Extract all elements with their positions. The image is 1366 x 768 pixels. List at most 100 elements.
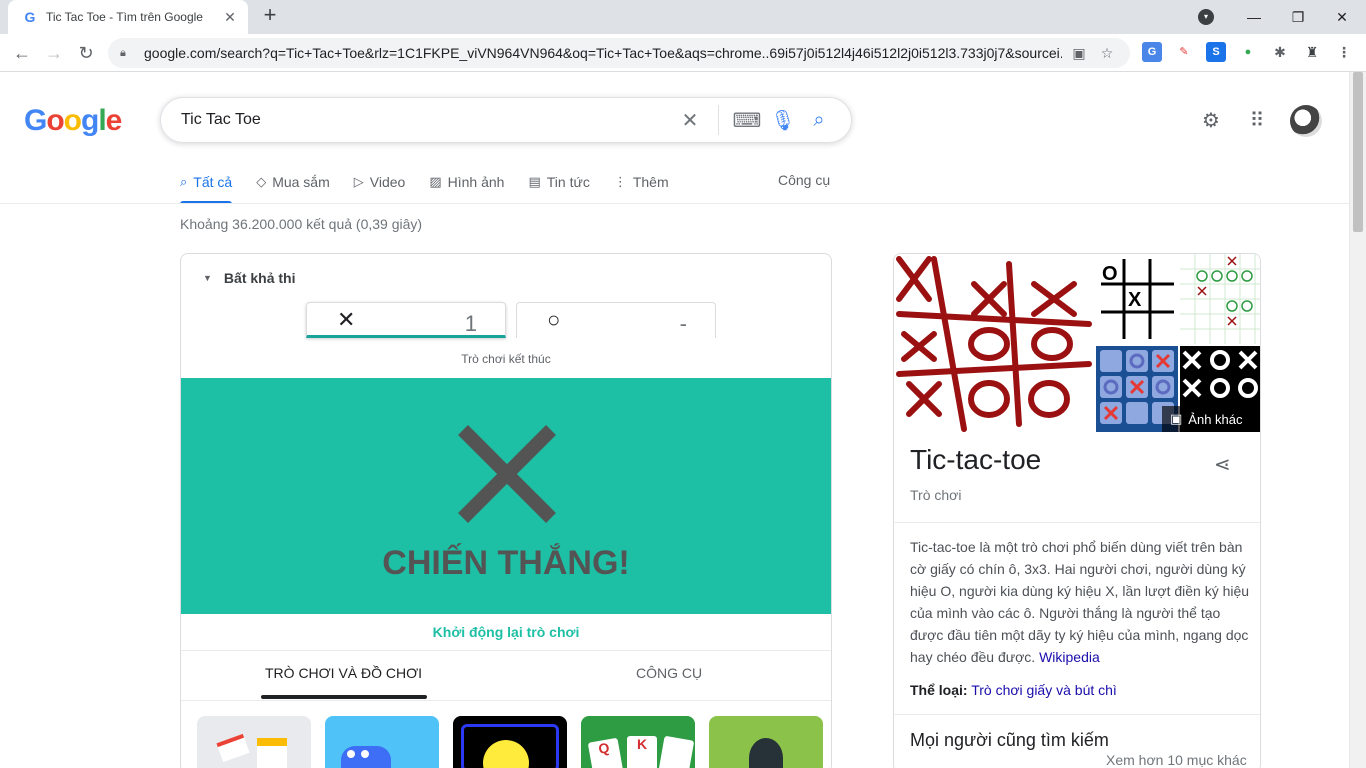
game-thumbnail-cards[interactable]: Q K bbox=[581, 716, 695, 768]
search-box[interactable]: Tic Tac Toe ✕ ⌨ 🎙︎ ⌕ bbox=[160, 97, 852, 143]
player-x-score[interactable]: ✕ 1 bbox=[306, 302, 506, 338]
chrome-menu-icon[interactable]: ⋮ bbox=[1334, 42, 1354, 62]
tab-label: Thêm bbox=[632, 174, 669, 190]
color-extension-icon[interactable]: ✎ bbox=[1174, 42, 1194, 62]
kp-subtitle: Trò chơi bbox=[910, 487, 962, 503]
game-thumbnail-solitaire[interactable] bbox=[197, 716, 311, 768]
tab-tools[interactable]: CÔNG CỤ bbox=[636, 665, 702, 681]
tools-button[interactable]: Công cụ bbox=[778, 172, 830, 188]
google-logo[interactable]: Google bbox=[24, 104, 122, 138]
profile-icon[interactable]: ♜ bbox=[1302, 42, 1322, 62]
tabs-divider bbox=[0, 203, 1349, 204]
bookmark-star-icon[interactable]: ☆ bbox=[1096, 45, 1118, 62]
win-message: CHIẾN THẮNG! bbox=[382, 544, 630, 582]
tab-shopping[interactable]: ◇ Mua sắm bbox=[256, 160, 330, 204]
kp-image-3[interactable] bbox=[1180, 254, 1261, 344]
more-icon: ⋮ bbox=[613, 174, 627, 189]
lock-icon[interactable]: 🔒︎ bbox=[120, 47, 134, 60]
tab-more[interactable]: ⋮ Thêm bbox=[614, 160, 669, 204]
restart-game-button[interactable]: Khởi động lại trò chơi bbox=[181, 624, 831, 640]
google-favicon-icon: G bbox=[24, 9, 36, 25]
genre-link[interactable]: Trò chơi giấy và bút chì bbox=[971, 682, 1117, 698]
image-icon: ▣ bbox=[1170, 411, 1183, 426]
s-extension-icon[interactable]: S bbox=[1206, 42, 1226, 62]
close-window-icon[interactable]: ✕ bbox=[1320, 0, 1364, 34]
news-icon: ▤ bbox=[528, 174, 541, 189]
tab-news[interactable]: ▤ Tin tức bbox=[528, 160, 589, 204]
video-icon: ▷ bbox=[353, 174, 364, 189]
game-thumbnail-pacman[interactable] bbox=[453, 716, 567, 768]
browser-tab[interactable]: G Tic Tac Toe - Tìm trên Google ✕ bbox=[8, 0, 248, 34]
reload-icon[interactable]: ↻ bbox=[74, 41, 98, 65]
tic-tac-toe-game: ▼ Bất khả thi ✕ 1 ○ - Trò chơi kết thúc … bbox=[180, 253, 832, 768]
tab-label: Mua sắm bbox=[272, 174, 330, 190]
new-tab-button[interactable]: + bbox=[258, 4, 282, 28]
card-divider bbox=[181, 700, 831, 701]
minimize-icon[interactable]: — bbox=[1232, 0, 1276, 34]
x-symbol: ✕ bbox=[337, 307, 356, 332]
tab-all[interactable]: ⌕ Tất cả bbox=[180, 160, 233, 204]
caret-down-icon: ▼ bbox=[203, 273, 212, 283]
image-icon: ▨ bbox=[429, 174, 442, 189]
kp-image-main[interactable] bbox=[894, 254, 1094, 432]
tab-label: Hình ảnh bbox=[447, 174, 505, 190]
apps-grid-icon[interactable]: ⠿ bbox=[1244, 108, 1270, 134]
see-more-link[interactable]: Xem hơn 10 mục khác bbox=[1106, 752, 1247, 768]
restore-icon[interactable]: ❐ bbox=[1276, 0, 1320, 34]
account-avatar[interactable] bbox=[1290, 105, 1322, 137]
tab-video[interactable]: ▷ Video bbox=[354, 160, 406, 204]
tab-search-icon[interactable]: ▾ bbox=[1198, 9, 1214, 25]
keyboard-icon[interactable]: ⌨ bbox=[729, 108, 765, 133]
search-icon: ⌕ bbox=[180, 174, 188, 189]
address-bar[interactable]: 🔒︎ google.com/search?q=Tic+Tac+Toe&rlz=1… bbox=[108, 38, 1130, 68]
game-thumbnails: Q K bbox=[197, 716, 831, 768]
tab-images[interactable]: ▨ Hình ảnh bbox=[429, 160, 504, 204]
clear-icon[interactable]: ✕ bbox=[672, 108, 708, 133]
close-tab-icon[interactable]: ✕ bbox=[222, 9, 238, 26]
scrollbar-thumb[interactable] bbox=[1353, 72, 1363, 232]
wikipedia-link[interactable]: Wikipedia bbox=[1039, 649, 1100, 665]
extensions-puzzle-icon[interactable]: ✱ bbox=[1270, 42, 1290, 62]
kp-divider bbox=[894, 522, 1260, 523]
result-stats: Khoảng 36.200.000 kết quả (0,39 giây) bbox=[180, 216, 423, 232]
tab-strip: G Tic Tac Toe - Tìm trên Google ✕ + ▾ — … bbox=[0, 0, 1366, 34]
search-divider bbox=[718, 105, 719, 135]
microphone-icon[interactable]: 🎙︎ bbox=[765, 108, 801, 133]
game-board[interactable]: CHIẾN THẮNG! bbox=[181, 378, 831, 614]
player-o-score[interactable]: ○ - bbox=[516, 302, 716, 338]
kp-description: Tic-tac-toe là một trò chơi phổ biến dùn… bbox=[910, 536, 1250, 668]
game-status: Trò chơi kết thúc bbox=[461, 352, 551, 366]
globe-extension-icon[interactable]: ● bbox=[1238, 42, 1258, 62]
tag-icon: ◇ bbox=[256, 174, 267, 189]
forward-icon[interactable]: → bbox=[42, 41, 66, 65]
kp-genre: Thể loại: Trò chơi giấy và bút chì bbox=[910, 682, 1117, 698]
kp-description-text: Tic-tac-toe là một trò chơi phổ biến dùn… bbox=[910, 539, 1250, 665]
search-tabs: ⌕ Tất cả ◇ Mua sắm ▷ Video ▨ Hình ảnh ▤ Tin t… bbox=[180, 160, 693, 204]
game-thumbnail-bug[interactable] bbox=[709, 716, 823, 768]
difficulty-dropdown[interactable]: ▼ Bất khả thi bbox=[203, 270, 296, 286]
x-score-value: 1 bbox=[464, 311, 477, 336]
o-symbol: ○ bbox=[547, 307, 561, 332]
page-scrollbar[interactable] bbox=[1349, 72, 1366, 768]
back-icon[interactable]: ← bbox=[10, 41, 34, 65]
kp-divider bbox=[894, 714, 1260, 715]
search-input[interactable]: Tic Tac Toe bbox=[181, 111, 672, 129]
tab-label: Tất cả bbox=[193, 174, 233, 190]
svg-text:O: O bbox=[1102, 263, 1118, 285]
more-images-label: Ảnh khác bbox=[1188, 411, 1243, 427]
url-text[interactable]: google.com/search?q=Tic+Tac+Toe&rlz=1C1F… bbox=[144, 45, 1062, 61]
tab-title: Tic Tac Toe - Tìm trên Google bbox=[46, 10, 203, 24]
kp-title: Tic-tac-toe bbox=[910, 444, 1042, 475]
kp-image-2[interactable]: O X bbox=[1096, 254, 1178, 344]
games-tabs: TRÒ CHƠI VÀ ĐỒ CHƠI CÔNG CỤ bbox=[181, 651, 831, 699]
more-images-button[interactable]: ▣ Ảnh khác bbox=[1162, 406, 1260, 432]
o-score-value: - bbox=[679, 311, 687, 336]
clipboard-icon[interactable]: ▣ bbox=[1068, 45, 1090, 62]
translate-extension-icon[interactable]: G bbox=[1142, 42, 1162, 62]
share-icon[interactable]: ⋖ bbox=[1214, 452, 1231, 477]
search-icon[interactable]: ⌕ bbox=[801, 109, 837, 132]
winner-x-icon bbox=[458, 425, 556, 523]
game-thumbnail-snake[interactable] bbox=[325, 716, 439, 768]
settings-gear-icon[interactable]: ⚙ bbox=[1198, 108, 1224, 134]
tab-games-toys[interactable]: TRÒ CHƠI VÀ ĐỒ CHƠI bbox=[265, 665, 422, 681]
